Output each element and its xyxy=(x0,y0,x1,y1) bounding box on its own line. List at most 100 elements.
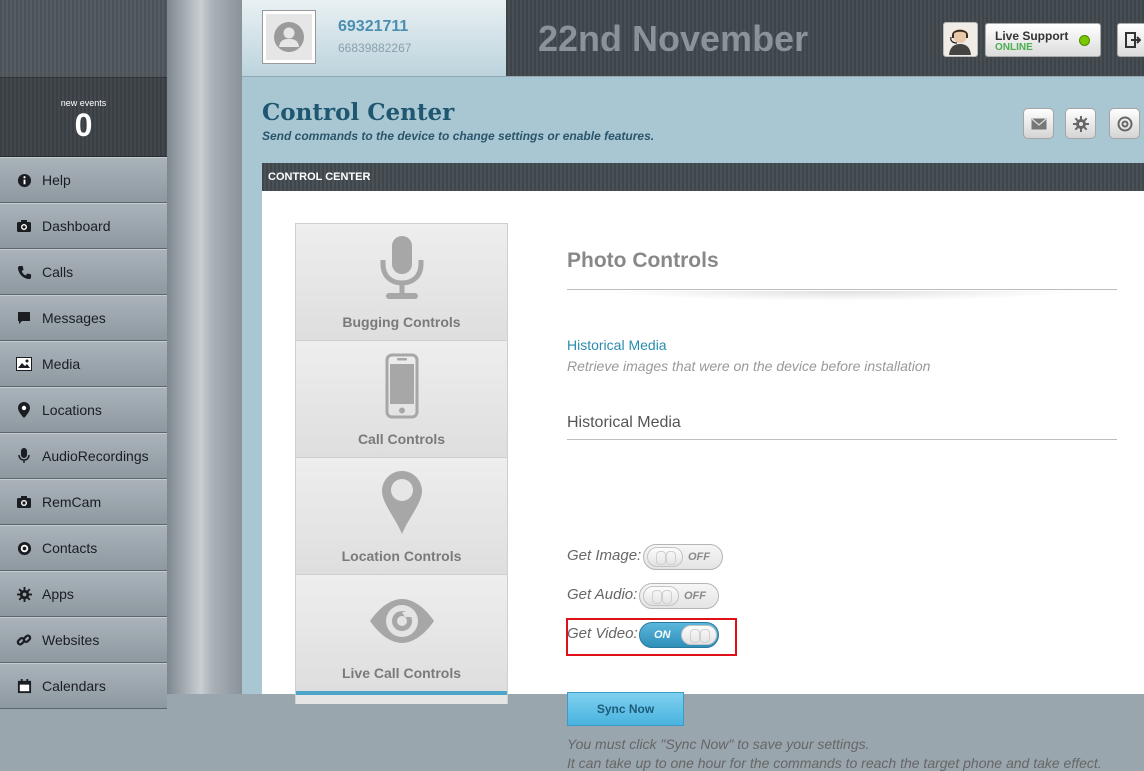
get-image-toggle[interactable]: OFF xyxy=(643,544,723,570)
map-pin-icon xyxy=(16,402,32,418)
sidebar-item-audiorecordings[interactable]: AudioRecordings xyxy=(0,433,167,479)
live-support-button[interactable]: Live Support ONLINE xyxy=(985,23,1101,57)
sidebar-item-label: AudioRecordings xyxy=(42,448,149,464)
highlight-box xyxy=(566,618,737,656)
support-agent-icon[interactable] xyxy=(943,22,978,57)
gear-icon xyxy=(1072,115,1089,132)
tab-label: Call Controls xyxy=(357,431,446,447)
section-title: Photo Controls xyxy=(567,249,719,272)
sidebar: new events 0 Help Dashboard Calls Messag… xyxy=(0,0,167,709)
sidebar-item-apps[interactable]: Apps xyxy=(0,571,167,617)
sidebar-logo-area xyxy=(0,0,167,78)
device-phone: 66839882267 xyxy=(338,41,412,55)
tab-call-controls[interactable]: Call Controls xyxy=(296,341,507,458)
get-audio-toggle[interactable]: OFF xyxy=(639,583,719,609)
tab-label: Bugging Controls xyxy=(342,314,461,330)
panel-header: CONTROL CENTER xyxy=(262,163,1144,191)
historical-media-description: Retrieve images that were on the device … xyxy=(567,358,931,374)
sidebar-item-messages[interactable]: Messages xyxy=(0,295,167,341)
microphone-icon xyxy=(380,236,423,299)
page-subtitle: Send commands to the device to change se… xyxy=(262,129,655,143)
online-indicator-icon xyxy=(1079,35,1090,46)
avatar[interactable] xyxy=(262,10,316,64)
tab-label: Live Call Controls xyxy=(341,665,462,681)
sidebar-item-label: RemCam xyxy=(42,494,102,510)
control-center-panel: Bugging Controls Call Controls Location … xyxy=(262,191,1144,771)
sidebar-item-calls[interactable]: Calls xyxy=(0,249,167,295)
sidebar-item-label: Calls xyxy=(42,264,74,280)
subsection-divider xyxy=(567,439,1117,440)
mail-button[interactable] xyxy=(1023,108,1054,139)
new-events-label: new events xyxy=(60,98,107,108)
sync-now-button[interactable]: Sync Now xyxy=(567,692,684,726)
sidebar-item-label: Websites xyxy=(42,632,100,648)
sidebar-item-websites[interactable]: Websites xyxy=(0,617,167,663)
info-icon xyxy=(16,172,32,188)
sidebar-item-label: Apps xyxy=(42,586,74,602)
toggle-state: OFF xyxy=(688,551,710,563)
section-divider-shadow xyxy=(602,291,1082,301)
map-pin-icon xyxy=(381,471,422,534)
sidebar-item-label: Contacts xyxy=(42,540,98,556)
link-icon xyxy=(16,632,32,648)
sync-note-line-1: You must click "Sync Now" to save your s… xyxy=(567,736,870,752)
subsection-title: Historical Media xyxy=(567,414,681,431)
settings-button[interactable] xyxy=(1065,108,1096,139)
device-id[interactable]: 69321711 xyxy=(338,18,408,36)
page-title: Control Center xyxy=(262,99,455,126)
camera-icon xyxy=(16,218,32,234)
tab-live-call-controls[interactable]: Live Call Controls xyxy=(296,575,507,695)
user-avatar-icon xyxy=(274,22,304,52)
top-bar: 22nd November Live Support ONLINE xyxy=(506,0,1144,76)
at-sign-icon xyxy=(1117,116,1132,131)
microphone-icon xyxy=(16,448,32,464)
sidebar-item-media[interactable]: Media xyxy=(0,341,167,387)
live-support-label: Live Support xyxy=(995,29,1069,43)
live-support-status: ONLINE xyxy=(995,42,1033,53)
mail-icon xyxy=(1031,118,1046,129)
logout-icon xyxy=(1125,32,1141,48)
eye-icon xyxy=(369,599,434,643)
gear-icon xyxy=(16,586,32,602)
sidebar-item-remcam[interactable]: RemCam xyxy=(0,479,167,525)
sidebar-item-label: Media xyxy=(42,356,81,372)
device-header: 69321711 66839882267 xyxy=(242,0,506,77)
sync-note-line-2: It can take up to one hour for the comma… xyxy=(567,755,1102,771)
new-events-counter[interactable]: new events 0 xyxy=(0,78,167,157)
get-audio-label: Get Audio: xyxy=(567,586,638,603)
section-divider xyxy=(567,289,1117,290)
sidebar-item-label: Locations xyxy=(42,402,102,418)
message-icon xyxy=(16,310,32,326)
sidebar-item-label: Calendars xyxy=(42,678,106,694)
sidebar-item-label: Dashboard xyxy=(42,218,111,234)
phone-icon xyxy=(16,264,32,280)
sidebar-item-label: Messages xyxy=(42,310,106,326)
calendar-icon xyxy=(16,678,32,694)
historical-media-link[interactable]: Historical Media xyxy=(567,337,667,353)
sidebar-item-locations[interactable]: Locations xyxy=(0,387,167,433)
metal-divider xyxy=(167,0,242,694)
smartphone-icon xyxy=(385,353,418,419)
toggle-knob xyxy=(647,547,683,567)
get-image-label: Get Image: xyxy=(567,547,642,564)
sidebar-item-calendars[interactable]: Calendars xyxy=(0,663,167,709)
toggle-knob xyxy=(643,586,679,606)
account-button[interactable] xyxy=(1109,108,1140,139)
sidebar-item-dashboard[interactable]: Dashboard xyxy=(0,203,167,249)
current-date: 22nd November xyxy=(538,18,809,59)
new-events-count: 0 xyxy=(74,107,93,143)
tab-bugging-controls[interactable]: Bugging Controls xyxy=(296,224,507,341)
image-icon xyxy=(16,356,32,372)
sidebar-item-label: Help xyxy=(42,172,71,188)
toggle-state: OFF xyxy=(684,590,706,602)
camera-icon xyxy=(16,494,32,510)
tab-label: Location Controls xyxy=(341,548,462,564)
page-area: Control Center Send commands to the devi… xyxy=(242,77,1144,771)
active-tab-indicator xyxy=(296,691,507,695)
sidebar-item-help[interactable]: Help xyxy=(0,157,167,203)
tab-location-controls[interactable]: Location Controls xyxy=(296,458,507,575)
sidebar-item-contacts[interactable]: Contacts xyxy=(0,525,167,571)
contacts-icon xyxy=(16,540,32,556)
logout-button[interactable] xyxy=(1117,23,1144,57)
controls-nav: Bugging Controls Call Controls Location … xyxy=(295,223,508,704)
